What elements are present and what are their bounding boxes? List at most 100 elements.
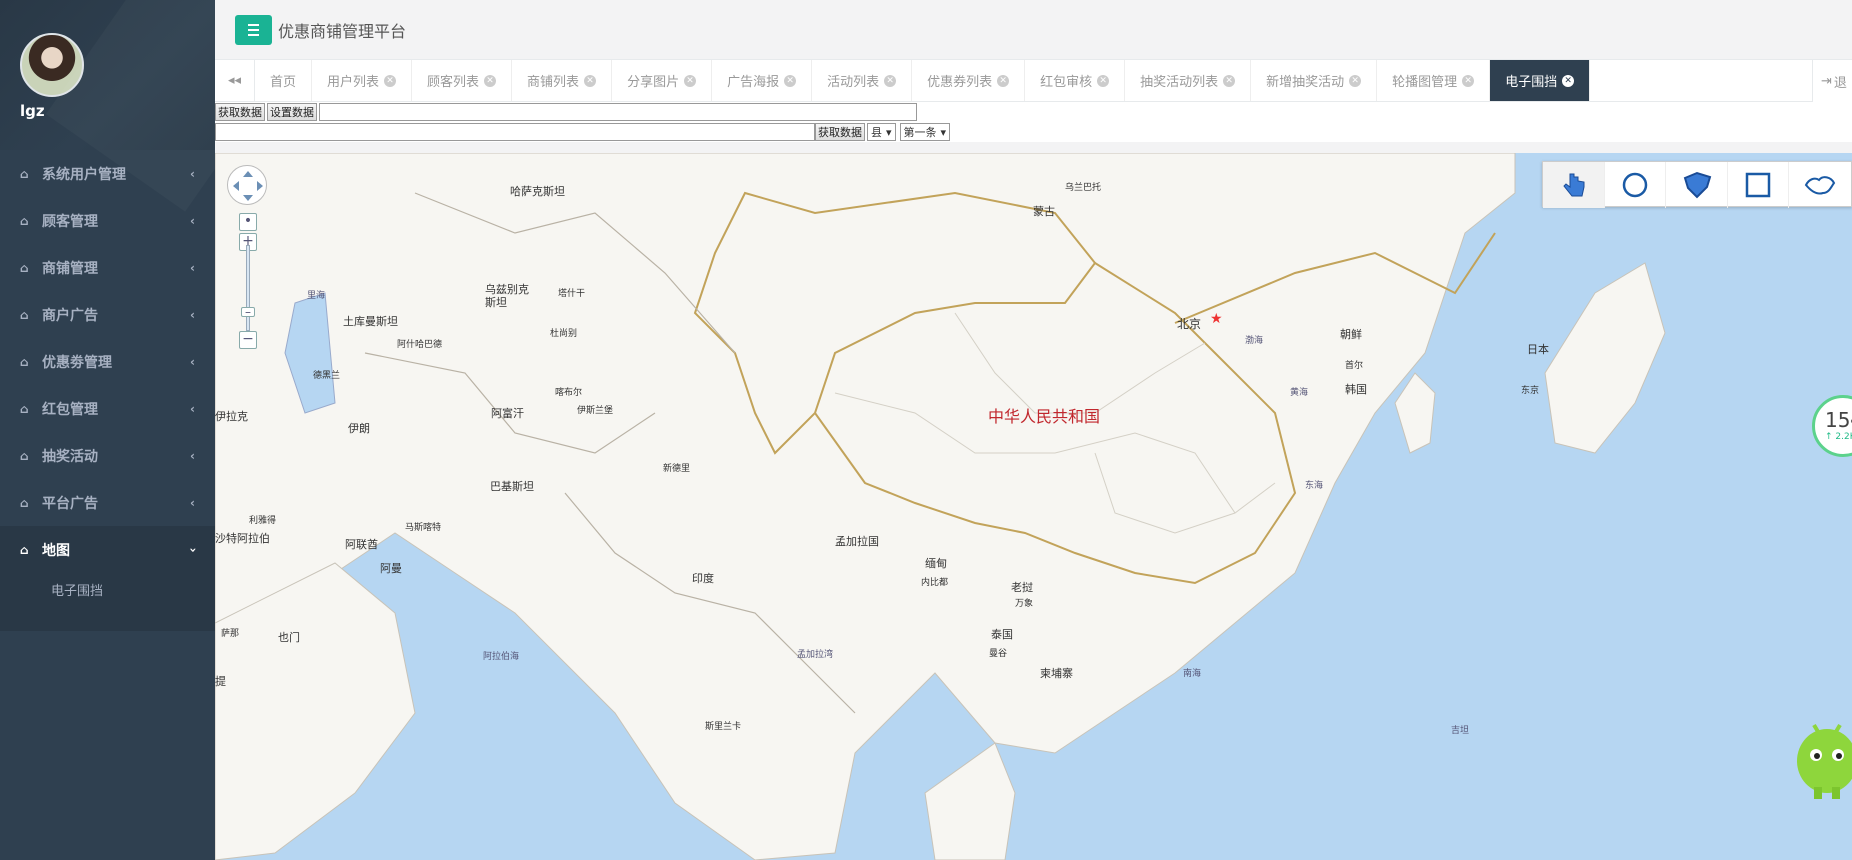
region-tool-button[interactable] bbox=[1789, 162, 1851, 208]
tabs-scroll-left-button[interactable]: ◂◂ bbox=[215, 60, 255, 101]
circle-icon bbox=[1622, 172, 1648, 198]
logout-icon: ⇥ bbox=[1821, 73, 1832, 89]
tab-red-packet-review[interactable]: 红包审核 ✕ bbox=[1025, 60, 1126, 101]
tab-label: 广告海报 bbox=[727, 75, 780, 90]
polygon-icon bbox=[1683, 171, 1711, 199]
username[interactable]: lgz bbox=[20, 102, 45, 120]
tab-coupon-list[interactable]: 优惠券列表 ✕ bbox=[912, 60, 1026, 101]
close-icon[interactable]: ✕ bbox=[1349, 74, 1362, 87]
map-label: 阿曼 bbox=[380, 562, 402, 575]
map-label: 马斯喀特 bbox=[405, 523, 442, 533]
sidebar-item-lottery[interactable]: ⌂ 抽奖活动 ‹ bbox=[0, 432, 215, 479]
tab-geofence[interactable]: 电子围挡 ✕ bbox=[1490, 60, 1591, 101]
speed-percent-value: 15 bbox=[1825, 408, 1851, 432]
rectangle-tool-button[interactable] bbox=[1728, 162, 1790, 208]
avatar[interactable] bbox=[20, 33, 84, 97]
sidebar-item-label: 优惠劵管理 bbox=[42, 354, 112, 371]
close-icon[interactable]: ✕ bbox=[1223, 74, 1236, 87]
home-icon: ⌂ bbox=[20, 166, 29, 181]
tab-label: 商铺列表 bbox=[527, 75, 580, 90]
get-data-button[interactable]: 获取数据 bbox=[215, 103, 265, 121]
map-label: 巴基斯坦 bbox=[490, 480, 534, 493]
speed-rate: ↑ 2.2K/s bbox=[1825, 432, 1852, 442]
logout-button[interactable]: ⇥ 退 bbox=[1812, 60, 1852, 102]
which-select[interactable]: 第一条 ▾ bbox=[899, 123, 951, 141]
close-icon[interactable]: ✕ bbox=[884, 74, 897, 87]
tab-home[interactable]: 首页 bbox=[255, 60, 313, 101]
sidebar-item-red-packets[interactable]: ⌂ 红包管理 ‹ bbox=[0, 385, 215, 432]
profile-area: lgz bbox=[0, 0, 215, 150]
close-icon[interactable]: ✕ bbox=[1562, 74, 1575, 87]
sidebar-item-map[interactable]: ⌂ 地图 ‹ bbox=[0, 526, 215, 573]
sidebar-item-merchant-ads[interactable]: ⌂ 商户广告 ‹ bbox=[0, 291, 215, 338]
sidebar-item-customers[interactable]: ⌂ 顾客管理 ‹ bbox=[0, 197, 215, 244]
map-label: 伊朗 bbox=[348, 422, 370, 435]
tab-carousel[interactable]: 轮播图管理 ✕ bbox=[1377, 60, 1491, 101]
home-icon: ⌂ bbox=[20, 448, 29, 463]
tab-shop-list[interactable]: 商铺列表 ✕ bbox=[512, 60, 613, 101]
tab-customer-list[interactable]: 顾客列表 ✕ bbox=[412, 60, 513, 101]
sidebar-item-label: 地图 bbox=[42, 542, 70, 559]
map-canvas[interactable]: 哈萨克斯坦 蒙古 乌兰巴托 里海 乌兹别克斯坦 塔什干 土库曼斯坦 阿什哈巴德 … bbox=[215, 153, 1852, 860]
map-label: 沙特阿拉伯 bbox=[215, 532, 270, 545]
map-label: 日本 bbox=[1527, 343, 1549, 356]
set-data-button[interactable]: 设置数据 bbox=[267, 103, 317, 121]
close-icon[interactable]: ✕ bbox=[384, 74, 397, 87]
close-icon[interactable]: ✕ bbox=[784, 74, 797, 87]
main-area: 优惠商铺管理平台 ◂◂ 首页 用户列表 ✕ 顾客列表 ✕ 商铺列表 ✕ 分享图片 ✕ 广… bbox=[215, 0, 1852, 860]
zoom-slider-handle[interactable]: – bbox=[241, 306, 255, 318]
locate-button[interactable]: • bbox=[239, 213, 257, 231]
district-input[interactable] bbox=[215, 123, 815, 141]
sidebar-subitem-geofence[interactable]: 电子围挡 bbox=[0, 573, 215, 611]
map-label: 提 bbox=[215, 675, 226, 688]
sidebar-group-map: ⌂ 地图 ‹ 电子围挡 bbox=[0, 526, 215, 631]
map-label: 利雅得 bbox=[249, 516, 277, 526]
sidebar-item-label: 抽奖活动 bbox=[42, 448, 98, 465]
sidebar-item-platform-ads[interactable]: ⌂ 平台广告 ‹ bbox=[0, 479, 215, 526]
sidebar-item-label: 红包管理 bbox=[42, 401, 98, 418]
speed-rate-value: 2.2K/s bbox=[1835, 432, 1852, 442]
sidebar-item-system-users[interactable]: ⌂ 系统用户管理 ‹ bbox=[0, 150, 215, 197]
map-label: 也门 bbox=[278, 631, 300, 644]
tab-label: 优惠券列表 bbox=[927, 75, 993, 90]
data-input[interactable] bbox=[319, 103, 917, 121]
sidebar-item-coupons[interactable]: ⌂ 优惠劵管理 ‹ bbox=[0, 338, 215, 385]
tab-user-list[interactable]: 用户列表 ✕ bbox=[312, 60, 413, 101]
chevron-left-icon: ‹ bbox=[190, 449, 195, 463]
chevron-down-icon: ‹ bbox=[185, 547, 200, 553]
logout-label: 退 bbox=[1833, 75, 1847, 91]
double-chevron-left-icon: ◂◂ bbox=[227, 73, 242, 88]
pan-tool-button[interactable] bbox=[1543, 162, 1605, 208]
close-icon[interactable]: ✕ bbox=[1097, 74, 1110, 87]
map-label: 韩国 bbox=[1345, 383, 1367, 396]
tab-ad-posters[interactable]: 广告海报 ✕ bbox=[712, 60, 813, 101]
map-label: 孟加拉湾 bbox=[797, 650, 834, 660]
get-district-data-button[interactable]: 获取数据 bbox=[815, 123, 865, 141]
close-icon[interactable]: ✕ bbox=[997, 74, 1010, 87]
zoom-out-button[interactable]: − bbox=[239, 331, 257, 349]
chevron-left-icon: ‹ bbox=[190, 402, 195, 416]
chevron-left-icon: ‹ bbox=[190, 261, 195, 275]
mascot-widget[interactable] bbox=[1792, 713, 1852, 803]
close-icon[interactable]: ✕ bbox=[684, 74, 697, 87]
tab-new-lottery[interactable]: 新增抽奖活动 ✕ bbox=[1251, 60, 1378, 101]
tabs-bar: ◂◂ 首页 用户列表 ✕ 顾客列表 ✕ 商铺列表 ✕ 分享图片 ✕ 广告海报 ✕ 活动列表… bbox=[215, 60, 1852, 102]
sidebar-item-shops[interactable]: ⌂ 商铺管理 ‹ bbox=[0, 244, 215, 291]
close-icon[interactable]: ✕ bbox=[484, 74, 497, 87]
tab-activity-list[interactable]: 活动列表 ✕ bbox=[812, 60, 913, 101]
tab-share-images[interactable]: 分享图片 ✕ bbox=[612, 60, 713, 101]
chevron-left-icon: ‹ bbox=[190, 214, 195, 228]
close-icon[interactable]: ✕ bbox=[1462, 74, 1475, 87]
polygon-tool-button[interactable] bbox=[1666, 162, 1728, 208]
map-label: 喀布尔 bbox=[555, 388, 583, 398]
dropdown-icon: ▾ bbox=[886, 125, 892, 139]
circle-tool-button[interactable] bbox=[1605, 162, 1667, 208]
pan-control[interactable] bbox=[227, 165, 267, 205]
close-icon[interactable]: ✕ bbox=[584, 74, 597, 87]
drawing-toolbar bbox=[1542, 161, 1852, 208]
home-icon: ⌂ bbox=[20, 401, 29, 416]
menu-toggle-button[interactable] bbox=[235, 14, 272, 45]
map-label: 伊拉克 bbox=[215, 410, 248, 423]
tab-lottery-list[interactable]: 抽奖活动列表 ✕ bbox=[1125, 60, 1252, 101]
level-select[interactable]: 县 ▾ bbox=[867, 123, 896, 141]
